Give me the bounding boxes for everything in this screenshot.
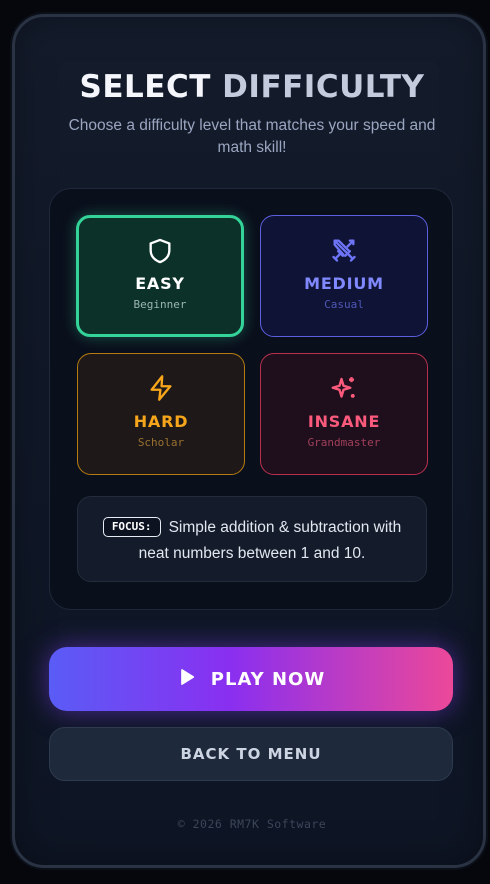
- title-word-select: SELECT: [79, 69, 211, 105]
- play-now-label: PLAY NOW: [210, 668, 326, 690]
- page-title: SELECT DIFFICULTY: [15, 69, 489, 105]
- back-to-menu-button[interactable]: BACK TO MENU: [49, 727, 453, 781]
- difficulty-sublabel-insane: Grandmaster: [307, 436, 381, 449]
- shield-icon: [79, 236, 241, 266]
- difficulty-panel: EASY Beginner MEDIUM Casual HARD Scholar…: [49, 188, 453, 610]
- difficulty-sublabel-medium: Casual: [324, 298, 364, 311]
- sparkles-icon: [261, 374, 427, 404]
- difficulty-label-insane: INSANE: [307, 412, 381, 431]
- difficulty-card-insane[interactable]: INSANE Grandmaster: [260, 353, 428, 475]
- focus-text: Simple addition & subtraction with neat …: [138, 519, 402, 562]
- title-word-difficulty: DIFFICULTY: [222, 69, 425, 105]
- page-subtitle: Choose a difficulty level that matches y…: [68, 117, 436, 156]
- difficulty-card-medium[interactable]: MEDIUM Casual: [260, 215, 428, 337]
- lightning-icon: [78, 374, 244, 404]
- footer-copyright: © 2026 RM7K Software: [177, 817, 327, 831]
- focus-tag: FOCUS:: [102, 517, 161, 537]
- difficulty-sublabel-easy: Beginner: [133, 298, 187, 311]
- difficulty-label-easy: EASY: [135, 274, 185, 293]
- crossed-swords-icon: [261, 236, 427, 266]
- focus-description-box: FOCUS: Simple addition & subtraction with…: [77, 496, 427, 582]
- play-now-button[interactable]: PLAY NOW: [49, 647, 453, 711]
- difficulty-label-medium: MEDIUM: [304, 274, 384, 293]
- back-to-menu-label: BACK TO MENU: [180, 745, 322, 763]
- difficulty-card-hard[interactable]: HARD Scholar: [77, 353, 245, 475]
- difficulty-label-hard: HARD: [133, 412, 189, 431]
- app-frame: SELECT DIFFICULTY Choose a difficulty le…: [12, 14, 486, 868]
- difficulty-sublabel-hard: Scholar: [137, 436, 185, 449]
- play-icon: [177, 667, 197, 692]
- difficulty-card-easy[interactable]: EASY Beginner: [76, 215, 244, 337]
